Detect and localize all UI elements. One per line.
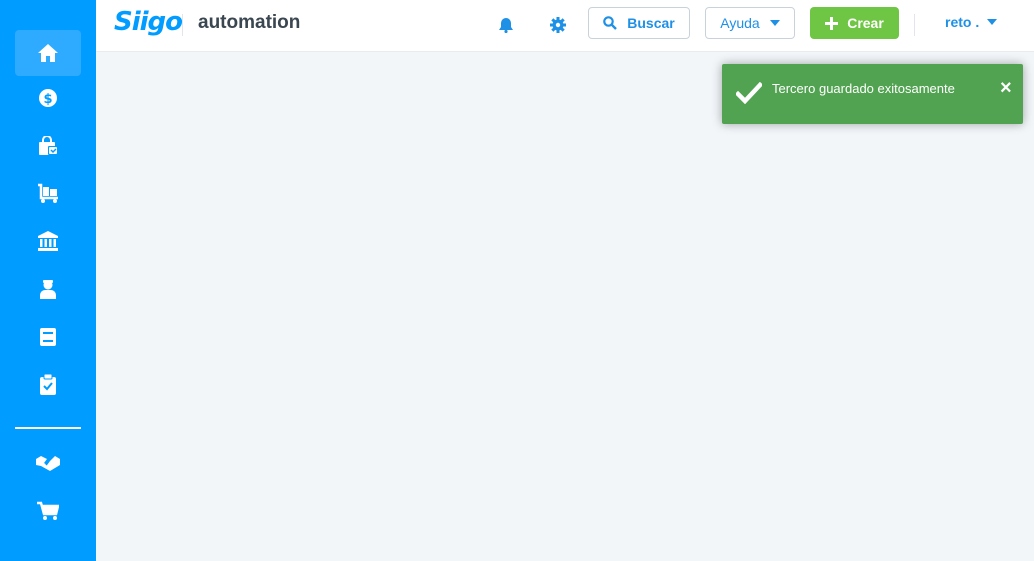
dollar-icon: $ — [39, 89, 57, 107]
sidebar-item-payroll[interactable] — [15, 266, 81, 312]
help-label: Ayuda — [720, 15, 760, 31]
sidebar: $ — [0, 0, 96, 561]
chevron-down-icon — [987, 19, 998, 25]
logo-separator — [182, 14, 183, 36]
plus-icon — [825, 16, 839, 30]
notification-button[interactable] — [495, 14, 517, 36]
checkmark-icon — [736, 82, 762, 104]
siigo-logo[interactable]: Siigo — [114, 7, 183, 37]
sidebar-item-partners[interactable] — [15, 440, 81, 486]
shopping-bag-icon — [39, 136, 58, 155]
sidebar-divider — [15, 427, 81, 429]
user-separator — [914, 14, 915, 36]
inventory-cart-icon — [38, 183, 58, 203]
success-toast[interactable]: Tercero guardado exitosamente × — [722, 64, 1023, 124]
svg-text:$: $ — [43, 92, 52, 107]
create-label: Crear — [847, 15, 884, 31]
sidebar-item-inventory[interactable] — [15, 170, 81, 216]
sidebar-item-store[interactable] — [15, 488, 81, 534]
cart-icon — [37, 501, 59, 520]
employee-icon — [40, 280, 56, 299]
toast-message: Tercero guardado exitosamente — [772, 81, 955, 96]
clipboard-check-icon — [40, 374, 56, 395]
company-name: automation — [198, 12, 301, 33]
top-header: Siigo automation Buscar Ayuda Crear reto… — [96, 0, 1034, 52]
chevron-down-icon — [769, 20, 780, 26]
search-label: Buscar — [627, 15, 675, 31]
sidebar-item-finance[interactable]: $ — [15, 75, 81, 121]
search-icon — [603, 16, 618, 30]
create-button[interactable]: Crear — [810, 7, 899, 39]
settings-button[interactable] — [547, 14, 569, 36]
home-icon — [38, 44, 58, 62]
help-dropdown[interactable]: Ayuda — [705, 7, 795, 39]
sidebar-item-tasks[interactable] — [15, 362, 81, 408]
search-button[interactable]: Buscar — [588, 7, 690, 39]
bank-icon — [38, 231, 58, 251]
user-menu[interactable]: reto . — [945, 14, 998, 30]
gear-icon — [550, 17, 566, 33]
bell-icon — [499, 18, 513, 33]
sidebar-item-sales[interactable] — [15, 123, 81, 169]
sidebar-item-home[interactable] — [15, 30, 81, 76]
sidebar-item-banks[interactable] — [15, 218, 81, 264]
main-content — [96, 52, 1034, 561]
user-name: reto . — [945, 14, 980, 30]
book-icon — [40, 328, 56, 346]
sidebar-item-accounting[interactable] — [15, 314, 81, 360]
handshake-icon — [36, 456, 60, 471]
close-icon[interactable]: × — [1000, 78, 1012, 98]
